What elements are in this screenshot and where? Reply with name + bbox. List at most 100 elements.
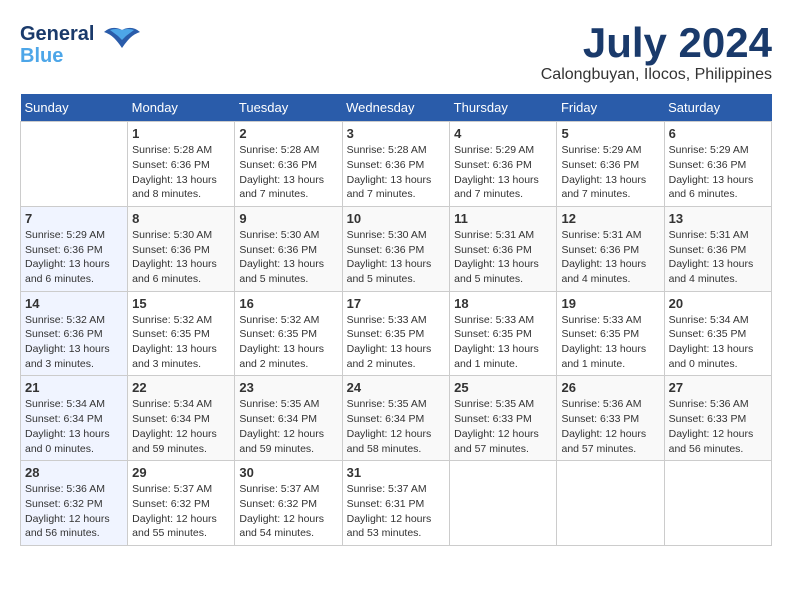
calendar-week-row: 28 Sunrise: 5:36 AMSunset: 6:32 PMDayligh… xyxy=(21,461,772,546)
day-info: Sunrise: 5:32 AMSunset: 6:35 PMDaylight:… xyxy=(239,313,337,372)
day-info: Sunrise: 5:29 AMSunset: 6:36 PMDaylight:… xyxy=(561,143,659,202)
day-number: 20 xyxy=(669,296,767,311)
day-info: Sunrise: 5:33 AMSunset: 6:35 PMDaylight:… xyxy=(347,313,446,372)
day-number: 5 xyxy=(561,126,659,141)
calendar-week-row: 21 Sunrise: 5:34 AMSunset: 6:34 PMDayligh… xyxy=(21,376,772,461)
day-info: Sunrise: 5:31 AMSunset: 6:36 PMDaylight:… xyxy=(454,228,552,287)
calendar-cell xyxy=(664,461,771,546)
calendar-cell: 9 Sunrise: 5:30 AMSunset: 6:36 PMDaylight… xyxy=(235,206,342,291)
title-area: July 2024 Calongbuyan, Ilocos, Philippin… xyxy=(541,20,772,84)
calendar-week-row: 1 Sunrise: 5:28 AMSunset: 6:36 PMDaylight… xyxy=(21,122,772,207)
day-info: Sunrise: 5:30 AMSunset: 6:36 PMDaylight:… xyxy=(347,228,446,287)
calendar-cell: 21 Sunrise: 5:34 AMSunset: 6:34 PMDayligh… xyxy=(21,376,128,461)
day-number: 11 xyxy=(454,211,552,226)
day-number: 3 xyxy=(347,126,446,141)
calendar-cell: 10Sunrise: 5:30 AMSunset: 6:36 PMDayligh… xyxy=(342,206,450,291)
calendar-header-row: SundayMondayTuesdayWednesdayThursdayFrid… xyxy=(21,94,772,122)
day-number: 22 xyxy=(132,380,230,395)
calendar-cell: 24Sunrise: 5:35 AMSunset: 6:34 PMDayligh… xyxy=(342,376,450,461)
day-info: Sunrise: 5:37 AMSunset: 6:31 PMDaylight:… xyxy=(347,482,446,541)
day-info: Sunrise: 5:33 AMSunset: 6:35 PMDaylight:… xyxy=(561,313,659,372)
calendar-cell: 30 Sunrise: 5:37 AMSunset: 6:32 PMDayligh… xyxy=(235,461,342,546)
calendar-cell: 26Sunrise: 5:36 AMSunset: 6:33 PMDayligh… xyxy=(557,376,664,461)
logo-text-general: General xyxy=(20,23,94,45)
day-number: 7 xyxy=(25,211,123,226)
calendar-cell: 5 Sunrise: 5:29 AMSunset: 6:36 PMDaylight… xyxy=(557,122,664,207)
calendar-cell: 29 Sunrise: 5:37 AMSunset: 6:32 PMDayligh… xyxy=(128,461,235,546)
day-info: Sunrise: 5:32 AMSunset: 6:36 PMDaylight:… xyxy=(25,313,123,372)
header: General Blue July 2024 Calongbuyan, Iloc… xyxy=(20,20,772,84)
calendar-cell xyxy=(450,461,557,546)
day-number: 9 xyxy=(239,211,337,226)
day-number: 17 xyxy=(347,296,446,311)
day-number: 4 xyxy=(454,126,552,141)
day-number: 19 xyxy=(561,296,659,311)
calendar-cell: 3 Sunrise: 5:28 AMSunset: 6:36 PMDaylight… xyxy=(342,122,450,207)
calendar-cell: 23 Sunrise: 5:35 AMSunset: 6:34 PMDayligh… xyxy=(235,376,342,461)
day-number: 1 xyxy=(132,126,230,141)
calendar-cell: 27 Sunrise: 5:36 AMSunset: 6:33 PMDayligh… xyxy=(664,376,771,461)
header-day-tuesday: Tuesday xyxy=(235,94,342,122)
day-number: 21 xyxy=(25,380,123,395)
day-number: 15 xyxy=(132,296,230,311)
calendar-cell: 31Sunrise: 5:37 AMSunset: 6:31 PMDayligh… xyxy=(342,461,450,546)
day-info: Sunrise: 5:30 AMSunset: 6:36 PMDaylight:… xyxy=(239,228,337,287)
day-info: Sunrise: 5:35 AMSunset: 6:33 PMDaylight:… xyxy=(454,397,552,456)
calendar-title: July 2024 xyxy=(541,20,772,66)
logo-text-blue: Blue xyxy=(20,45,94,67)
calendar-cell: 4Sunrise: 5:29 AMSunset: 6:36 PMDaylight… xyxy=(450,122,557,207)
calendar-cell: 11 Sunrise: 5:31 AMSunset: 6:36 PMDayligh… xyxy=(450,206,557,291)
day-info: Sunrise: 5:31 AMSunset: 6:36 PMDaylight:… xyxy=(669,228,767,287)
day-info: Sunrise: 5:34 AMSunset: 6:34 PMDaylight:… xyxy=(25,397,123,456)
calendar-cell: 15 Sunrise: 5:32 AMSunset: 6:35 PMDayligh… xyxy=(128,291,235,376)
day-number: 6 xyxy=(669,126,767,141)
day-info: Sunrise: 5:28 AMSunset: 6:36 PMDaylight:… xyxy=(132,143,230,202)
calendar-cell: 17 Sunrise: 5:33 AMSunset: 6:35 PMDayligh… xyxy=(342,291,450,376)
day-number: 29 xyxy=(132,465,230,480)
day-info: Sunrise: 5:28 AMSunset: 6:36 PMDaylight:… xyxy=(239,143,337,202)
day-number: 23 xyxy=(239,380,337,395)
calendar-table: SundayMondayTuesdayWednesdayThursdayFrid… xyxy=(20,94,772,546)
calendar-cell: 28 Sunrise: 5:36 AMSunset: 6:32 PMDayligh… xyxy=(21,461,128,546)
header-day-wednesday: Wednesday xyxy=(342,94,450,122)
calendar-cell: 13 Sunrise: 5:31 AMSunset: 6:36 PMDayligh… xyxy=(664,206,771,291)
header-day-monday: Monday xyxy=(128,94,235,122)
day-info: Sunrise: 5:32 AMSunset: 6:35 PMDaylight:… xyxy=(132,313,230,372)
day-number: 27 xyxy=(669,380,767,395)
calendar-cell: 2 Sunrise: 5:28 AMSunset: 6:36 PMDaylight… xyxy=(235,122,342,207)
calendar-cell: 19 Sunrise: 5:33 AMSunset: 6:35 PMDayligh… xyxy=(557,291,664,376)
calendar-cell: 7 Sunrise: 5:29 AMSunset: 6:36 PMDaylight… xyxy=(21,206,128,291)
day-info: Sunrise: 5:34 AMSunset: 6:34 PMDaylight:… xyxy=(132,397,230,456)
day-number: 16 xyxy=(239,296,337,311)
day-number: 26 xyxy=(561,380,659,395)
day-number: 2 xyxy=(239,126,337,141)
calendar-cell xyxy=(557,461,664,546)
day-number: 25 xyxy=(454,380,552,395)
day-info: Sunrise: 5:28 AMSunset: 6:36 PMDaylight:… xyxy=(347,143,446,202)
day-info: Sunrise: 5:30 AMSunset: 6:36 PMDaylight:… xyxy=(132,228,230,287)
day-number: 28 xyxy=(25,465,123,480)
calendar-cell: 25 Sunrise: 5:35 AMSunset: 6:33 PMDayligh… xyxy=(450,376,557,461)
calendar-week-row: 7 Sunrise: 5:29 AMSunset: 6:36 PMDaylight… xyxy=(21,206,772,291)
logo-bird-icon xyxy=(102,20,142,69)
calendar-cell: 14 Sunrise: 5:32 AMSunset: 6:36 PMDayligh… xyxy=(21,291,128,376)
calendar-cell xyxy=(21,122,128,207)
day-number: 14 xyxy=(25,296,123,311)
day-info: Sunrise: 5:29 AMSunset: 6:36 PMDaylight:… xyxy=(25,228,123,287)
day-number: 30 xyxy=(239,465,337,480)
header-day-saturday: Saturday xyxy=(664,94,771,122)
calendar-cell: 22 Sunrise: 5:34 AMSunset: 6:34 PMDayligh… xyxy=(128,376,235,461)
calendar-location: Calongbuyan, Ilocos, Philippines xyxy=(541,66,772,84)
day-info: Sunrise: 5:35 AMSunset: 6:34 PMDaylight:… xyxy=(239,397,337,456)
day-info: Sunrise: 5:36 AMSunset: 6:32 PMDaylight:… xyxy=(25,482,123,541)
day-info: Sunrise: 5:36 AMSunset: 6:33 PMDaylight:… xyxy=(669,397,767,456)
day-number: 13 xyxy=(669,211,767,226)
day-number: 18 xyxy=(454,296,552,311)
day-info: Sunrise: 5:37 AMSunset: 6:32 PMDaylight:… xyxy=(132,482,230,541)
day-info: Sunrise: 5:34 AMSunset: 6:35 PMDaylight:… xyxy=(669,313,767,372)
day-info: Sunrise: 5:37 AMSunset: 6:32 PMDaylight:… xyxy=(239,482,337,541)
calendar-cell: 8Sunrise: 5:30 AMSunset: 6:36 PMDaylight… xyxy=(128,206,235,291)
day-info: Sunrise: 5:29 AMSunset: 6:36 PMDaylight:… xyxy=(669,143,767,202)
header-day-friday: Friday xyxy=(557,94,664,122)
calendar-week-row: 14 Sunrise: 5:32 AMSunset: 6:36 PMDayligh… xyxy=(21,291,772,376)
